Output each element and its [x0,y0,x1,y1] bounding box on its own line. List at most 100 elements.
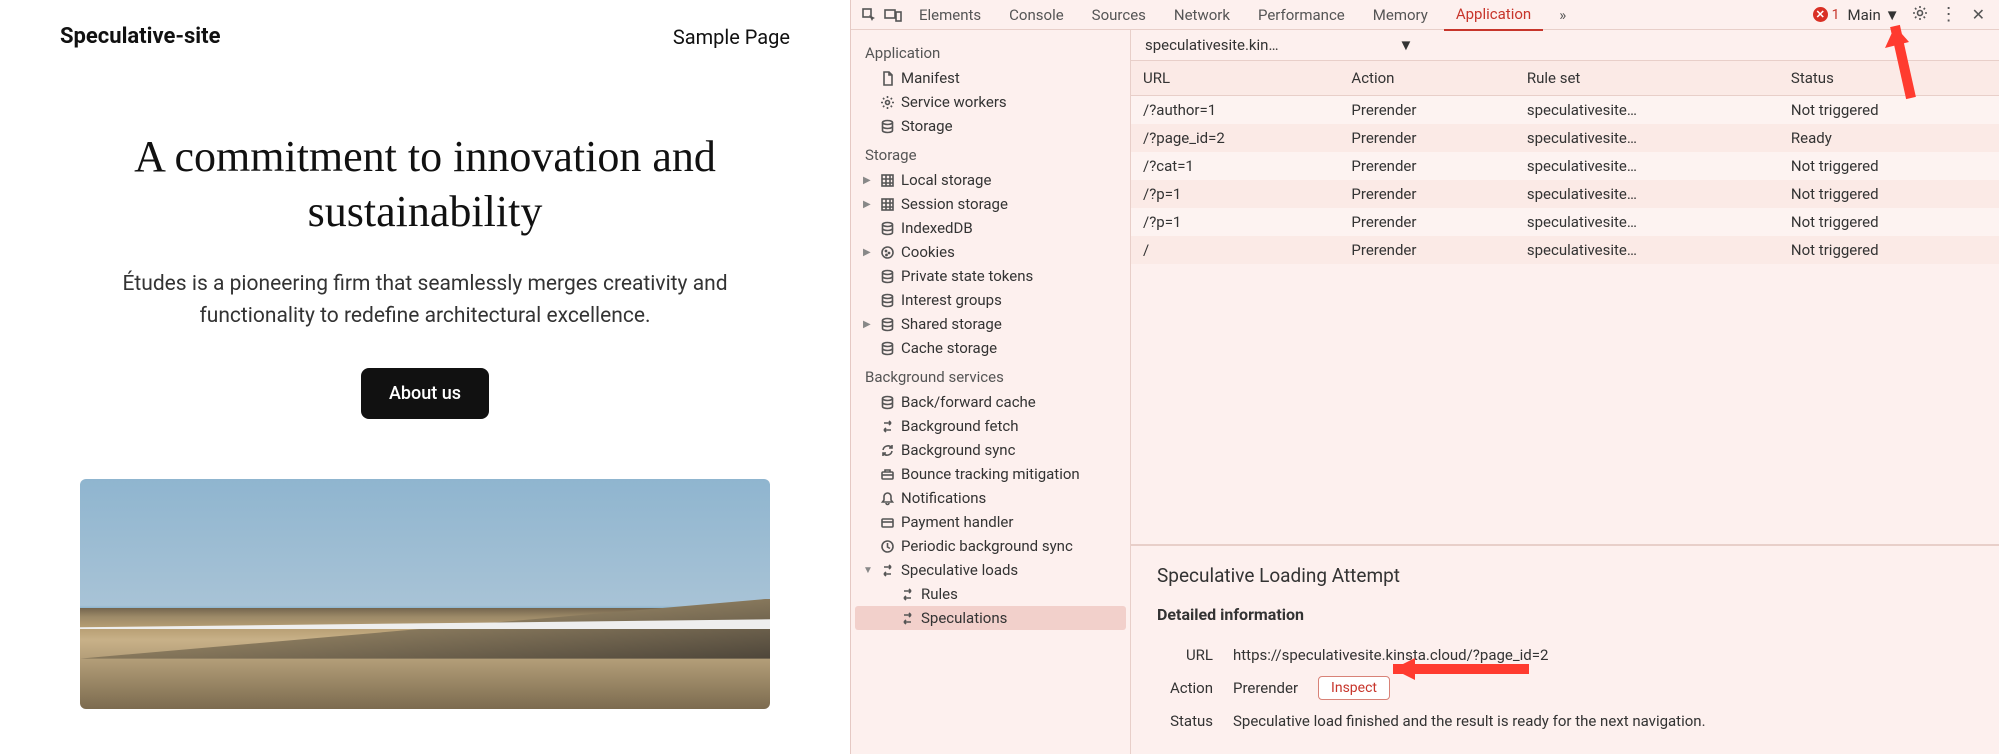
device-toolbar-icon[interactable] [883,5,903,25]
tree-item-label: Speculative loads [901,561,1018,579]
tree-item-label: Manifest [901,69,960,87]
tree-item-background-sync[interactable]: Background sync [855,438,1126,462]
application-tree[interactable]: ApplicationManifestService workersStorag… [851,30,1131,754]
ruleset-select[interactable]: speculativesite.kin… ▼ [1145,36,1413,54]
caret-icon: ▼ [863,565,873,576]
error-icon: ✕ [1813,7,1828,22]
cell-url: /?p=1 [1131,208,1339,236]
nav-link-sample-page[interactable]: Sample Page [673,25,790,49]
tree-item-service-workers[interactable]: Service workers [855,90,1126,114]
cell-ruleset: speculativesite… [1515,96,1779,125]
tree-item-local-storage[interactable]: ▶Local storage [855,168,1126,192]
detail-url-value: https://speculativesite.kinsta.cloud/?pa… [1233,646,1548,664]
tab-sources[interactable]: Sources [1080,0,1158,30]
tree-section-storage: Storage [855,138,1126,168]
tree-item-storage[interactable]: Storage [855,114,1126,138]
tree-item-label: Service workers [901,93,1007,111]
frame-select[interactable]: Main ▼ [1844,6,1904,24]
cell-status: Not triggered [1779,96,1999,125]
tab-console[interactable]: Console [997,0,1076,30]
tree-item-private-state-tokens[interactable]: Private state tokens [855,264,1126,288]
tree-item-label: Cache storage [901,339,997,357]
devtools-tabbar: ElementsConsoleSourcesNetworkPerformance… [851,0,1999,30]
cookie-icon [879,244,895,260]
settings-gear-icon[interactable] [1908,5,1932,25]
cell-url: /?author=1 [1131,96,1339,125]
table-row[interactable]: /?author=1Prerenderspeculativesite…Not t… [1131,96,1999,125]
tree-item-speculations[interactable]: Speculations [855,606,1126,630]
cell-action: Prerender [1339,96,1514,125]
inspect-element-icon[interactable] [859,5,879,25]
tree-item-periodic-background-sync[interactable]: Periodic background sync [855,534,1126,558]
tree-item-label: Shared storage [901,315,1002,333]
tree-item-payment-handler[interactable]: Payment handler [855,510,1126,534]
tree-item-label: Back/forward cache [901,393,1036,411]
cell-ruleset: speculativesite… [1515,124,1779,152]
tree-item-label: Private state tokens [901,267,1033,285]
hero-subtitle: Études is a pioneering firm that seamles… [85,269,765,332]
tree-item-speculative-loads[interactable]: ▼ Speculative loads [855,558,1126,582]
tree-item-notifications[interactable]: Notifications [855,486,1126,510]
arrows-icon [879,562,895,578]
cell-action: Prerender [1339,208,1514,236]
grid-icon [879,172,895,188]
detail-url-label: URL [1157,646,1213,664]
col-status[interactable]: Status [1779,61,1999,96]
tab-memory[interactable]: Memory [1361,0,1440,30]
col-url[interactable]: URL [1131,61,1339,96]
more-tabs[interactable]: » [1547,0,1578,30]
tab-elements[interactable]: Elements [907,0,993,30]
close-devtools-icon[interactable]: ✕ [1966,5,1991,24]
detail-heading: Detailed information [1157,605,1973,624]
tree-item-cache-storage[interactable]: Cache storage [855,336,1126,360]
col-action[interactable]: Action [1339,61,1514,96]
col-rule-set[interactable]: Rule set [1515,61,1779,96]
arrows-icon [899,586,915,602]
table-row[interactable]: /?cat=1Prerenderspeculativesite…Not trig… [1131,152,1999,180]
db-icon [879,394,895,410]
cell-status: Not triggered [1779,180,1999,208]
website-pane: Speculative-site Sample Page A commitmen… [0,0,850,754]
tab-application[interactable]: Application [1444,0,1543,31]
tree-item-cookies[interactable]: ▶Cookies [855,240,1126,264]
arrows-icon [879,418,895,434]
tab-network[interactable]: Network [1162,0,1242,30]
tree-item-manifest[interactable]: Manifest [855,66,1126,90]
tree-item-label: Bounce tracking mitigation [901,465,1080,483]
chevron-down-icon: ▼ [1399,36,1414,54]
tree-item-indexeddb[interactable]: IndexedDB [855,216,1126,240]
about-us-button[interactable]: About us [361,368,489,419]
detail-status-value: Speculative load finished and the result… [1233,712,1706,730]
table-row[interactable]: /Prerenderspeculativesite…Not triggered [1131,236,1999,264]
tree-item-label: Cookies [901,243,955,261]
db-icon [879,220,895,236]
tree-item-rules[interactable]: Rules [855,582,1126,606]
tab-performance[interactable]: Performance [1246,0,1357,30]
tree-item-interest-groups[interactable]: Interest groups [855,288,1126,312]
table-row[interactable]: /?p=1Prerenderspeculativesite…Not trigge… [1131,208,1999,236]
detail-pane: Speculative Loading Attempt Detailed inf… [1131,544,1999,754]
more-menu-icon[interactable]: ⋮ [1936,4,1962,25]
tree-section-background-services: Background services [855,360,1126,390]
table-row[interactable]: /?page_id=2Prerenderspeculativesite…Read… [1131,124,1999,152]
site-title: Speculative-site [60,24,220,49]
tree-item-session-storage[interactable]: ▶Session storage [855,192,1126,216]
tree-item-label: Background sync [901,441,1015,459]
cell-action: Prerender [1339,236,1514,264]
detail-title: Speculative Loading Attempt [1157,564,1973,587]
gear-icon [879,94,895,110]
inspect-button[interactable]: Inspect [1318,676,1390,700]
tree-item-shared-storage[interactable]: ▶Shared storage [855,312,1126,336]
clock-icon [879,538,895,554]
table-row[interactable]: /?p=1Prerenderspeculativesite…Not trigge… [1131,180,1999,208]
detail-action-label: Action [1157,679,1213,697]
error-badge[interactable]: ✕ 1 [1813,7,1840,23]
tree-item-back-forward-cache[interactable]: Back/forward cache [855,390,1126,414]
tree-item-background-fetch[interactable]: Background fetch [855,414,1126,438]
cell-status: Not triggered [1779,208,1999,236]
cell-action: Prerender [1339,152,1514,180]
tree-item-bounce-tracking-mitigation[interactable]: Bounce tracking mitigation [855,462,1126,486]
frame-select-label: Main [1848,6,1881,24]
hero-title: A commitment to innovation and sustainab… [80,129,770,239]
tree-item-label: Speculations [921,609,1007,627]
